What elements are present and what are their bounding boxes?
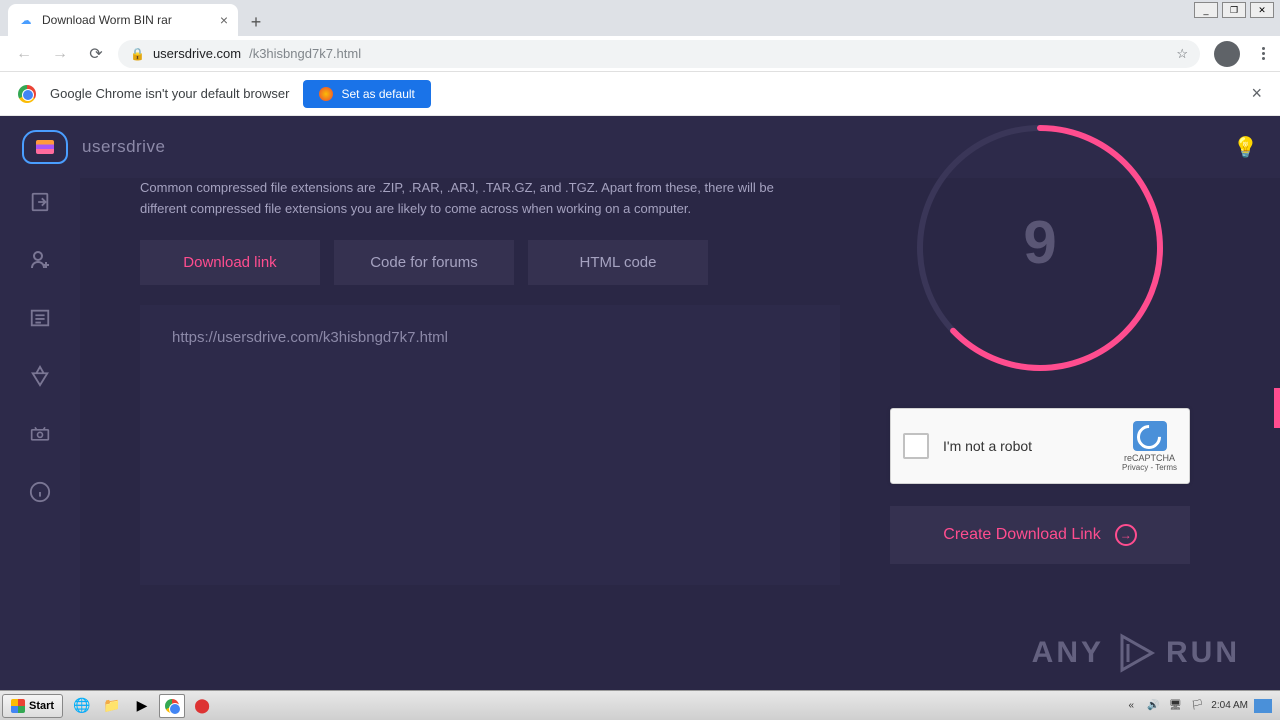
shield-icon (319, 87, 333, 101)
countdown-number: 9 (910, 208, 1170, 277)
taskbar-opera-icon[interactable]: ⬤ (189, 694, 215, 718)
create-button-label: Create Download Link (943, 526, 1100, 544)
logo[interactable]: usersdrive (22, 130, 165, 164)
taskbar-chrome-icon[interactable] (159, 694, 185, 718)
url-domain: usersdrive.com (153, 46, 241, 61)
accent-stripe (1274, 388, 1280, 428)
bulb-icon[interactable]: 💡 (1233, 135, 1258, 160)
tray-flag-icon[interactable]: 🏳 (1189, 698, 1205, 714)
link-textarea[interactable]: https://usersdrive.com/k3hisbngd7k7.html (140, 305, 840, 585)
cloud-icon: ☁ (18, 12, 34, 28)
sidebar (0, 116, 80, 690)
site-header: usersdrive 💡 (0, 116, 1280, 178)
new-tab-button[interactable]: + (242, 8, 270, 36)
premium-icon[interactable] (26, 362, 54, 390)
browser-tab-strip: ☁ Download Worm BIN rar × + (0, 0, 1280, 36)
menu-icon[interactable] (1256, 47, 1270, 60)
link-tabs: Download link Code for forums HTML code (140, 240, 840, 285)
window-maximize[interactable]: ❐ (1222, 2, 1246, 18)
window-minimize[interactable]: _ (1194, 2, 1218, 18)
tray-clock[interactable]: 2:04 AM (1211, 700, 1248, 711)
payout-icon[interactable] (26, 420, 54, 448)
tray-expand-icon[interactable]: « (1123, 698, 1139, 714)
taskbar: Start 🌐 📁 ▶ ⬤ « 🔊 🖥 🏳 2:04 AM (0, 690, 1280, 720)
recaptcha-label: I'm not a robot (943, 438, 1032, 454)
news-icon[interactable] (26, 304, 54, 332)
taskbar-explorer-icon[interactable]: 📁 (99, 694, 125, 718)
infobar-text: Google Chrome isn't your default browser (50, 86, 289, 101)
tray-volume-icon[interactable]: 🔊 (1145, 698, 1161, 714)
brand-name: usersdrive (82, 137, 165, 157)
login-icon[interactable] (26, 188, 54, 216)
arrow-right-icon: → (1115, 524, 1137, 546)
bookmark-icon[interactable]: ☆ (1176, 46, 1188, 62)
recaptcha-widget: I'm not a robot reCAPTCHA Privacy - Term… (890, 408, 1190, 484)
main-content: Common compressed file extensions are .Z… (80, 178, 1280, 690)
taskbar-media-icon[interactable]: ▶ (129, 694, 155, 718)
default-browser-infobar: Google Chrome isn't your default browser… (0, 72, 1280, 116)
tab-code-forums[interactable]: Code for forums (334, 240, 514, 285)
system-tray: « 🔊 🖥 🏳 2:04 AM (1123, 698, 1278, 714)
address-bar: ← → ⟳ 🔒 usersdrive.com/k3hisbngd7k7.html… (0, 36, 1280, 72)
start-button[interactable]: Start (2, 694, 63, 718)
lock-icon: 🔒 (130, 47, 145, 61)
set-default-label: Set as default (341, 87, 414, 101)
close-icon[interactable]: × (1251, 83, 1262, 104)
window-close[interactable]: ✕ (1250, 2, 1274, 18)
play-icon (1112, 630, 1158, 676)
tab-html-code[interactable]: HTML code (528, 240, 708, 285)
countdown-timer: 9 (910, 178, 1170, 378)
watermark: ANY RUN (1032, 630, 1240, 676)
recaptcha-checkbox[interactable] (903, 433, 929, 459)
tray-network-icon[interactable]: 🖥 (1167, 698, 1183, 714)
close-icon[interactable]: × (220, 12, 228, 28)
info-icon[interactable] (26, 478, 54, 506)
taskbar-ie-icon[interactable]: 🌐 (69, 694, 95, 718)
url-path: /k3hisbngd7k7.html (249, 46, 361, 61)
url-input[interactable]: 🔒 usersdrive.com/k3hisbngd7k7.html ☆ (118, 40, 1200, 68)
forward-button[interactable]: → (46, 40, 74, 68)
profile-icon[interactable] (1214, 41, 1240, 67)
description: Common compressed file extensions are .Z… (140, 178, 840, 220)
set-default-button[interactable]: Set as default (303, 80, 430, 108)
add-user-icon[interactable] (26, 246, 54, 274)
browser-tab[interactable]: ☁ Download Worm BIN rar × (8, 4, 238, 36)
recaptcha-logo: reCAPTCHA Privacy - Terms (1122, 421, 1177, 472)
page-content: usersdrive 💡 Common compressed file exte… (0, 116, 1280, 690)
recaptcha-icon (1133, 421, 1167, 451)
tab-download-link[interactable]: Download link (140, 240, 320, 285)
windows-icon (11, 699, 25, 713)
reload-button[interactable]: ⟳ (82, 40, 110, 68)
cloud-logo-icon (22, 130, 68, 164)
tab-title: Download Worm BIN rar (42, 13, 172, 27)
create-download-button[interactable]: Create Download Link → (890, 506, 1190, 564)
back-button[interactable]: ← (10, 40, 38, 68)
chrome-icon (18, 85, 36, 103)
tray-desktop-icon[interactable] (1254, 699, 1272, 713)
